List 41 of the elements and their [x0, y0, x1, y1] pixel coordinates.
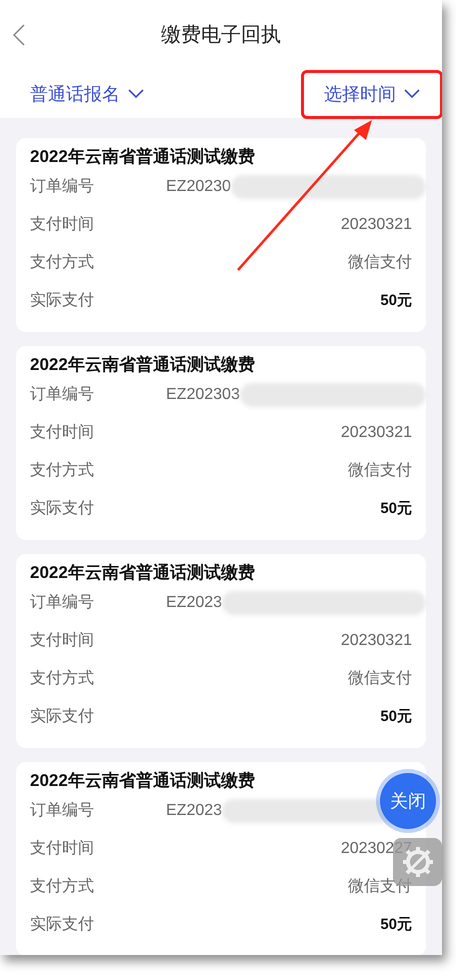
field-label: 支付时间	[30, 214, 95, 235]
back-icon[interactable]	[13, 24, 25, 46]
field-label: 实际支付	[30, 914, 95, 935]
field-label: 支付方式	[30, 252, 95, 273]
field-label: 支付方式	[30, 668, 95, 689]
field-label: 支付方式	[30, 876, 95, 897]
field-value: 20230321	[340, 215, 412, 235]
field-value: EZ20230	[166, 177, 231, 197]
field-value: EZ202303	[166, 385, 240, 405]
field-value: 20230321	[340, 423, 412, 443]
field-label: 支付方式	[30, 460, 95, 481]
field-label: 支付时间	[30, 422, 95, 443]
field-value: 微信支付	[348, 460, 412, 481]
chevron-down-icon	[128, 89, 144, 99]
filter-dropdown[interactable]: 普通话报名	[30, 80, 144, 108]
receipt-title: 2022年云南省普通话测试缴费	[30, 562, 255, 584]
field-label: 订单编号	[30, 800, 95, 821]
receipt-title: 2022年云南省普通话测试缴费	[30, 354, 255, 376]
field-label: 订单编号	[30, 176, 95, 197]
field-value: 50元	[380, 498, 412, 519]
field-label: 订单编号	[30, 384, 95, 405]
field-label: 支付时间	[30, 838, 95, 859]
field-value: 微信支付	[348, 876, 412, 897]
field-value: 50元	[380, 914, 412, 935]
field-label: 实际支付	[30, 706, 95, 727]
field-value: EZ2023	[166, 593, 222, 613]
receipt-title: 2022年云南省普通话测试缴费	[30, 770, 255, 792]
field-value: 50元	[380, 706, 412, 727]
field-value: 20230321	[340, 631, 412, 651]
receipt-title: 2022年云南省普通话测试缴费	[30, 146, 255, 168]
field-label: 实际支付	[30, 290, 95, 311]
filter-dropdown[interactable]: 选择时间	[304, 72, 440, 116]
field-value: 50元	[380, 290, 412, 311]
field-value: 微信支付	[348, 252, 412, 273]
field-label: 订单编号	[30, 592, 95, 613]
field-label: 支付时间	[30, 630, 95, 651]
field-value: EZ2023	[166, 801, 222, 821]
page-title: 缴费电子回执	[161, 23, 281, 48]
chevron-down-icon	[404, 89, 420, 99]
field-value: 微信支付	[348, 668, 412, 689]
field-label: 实际支付	[30, 498, 95, 519]
